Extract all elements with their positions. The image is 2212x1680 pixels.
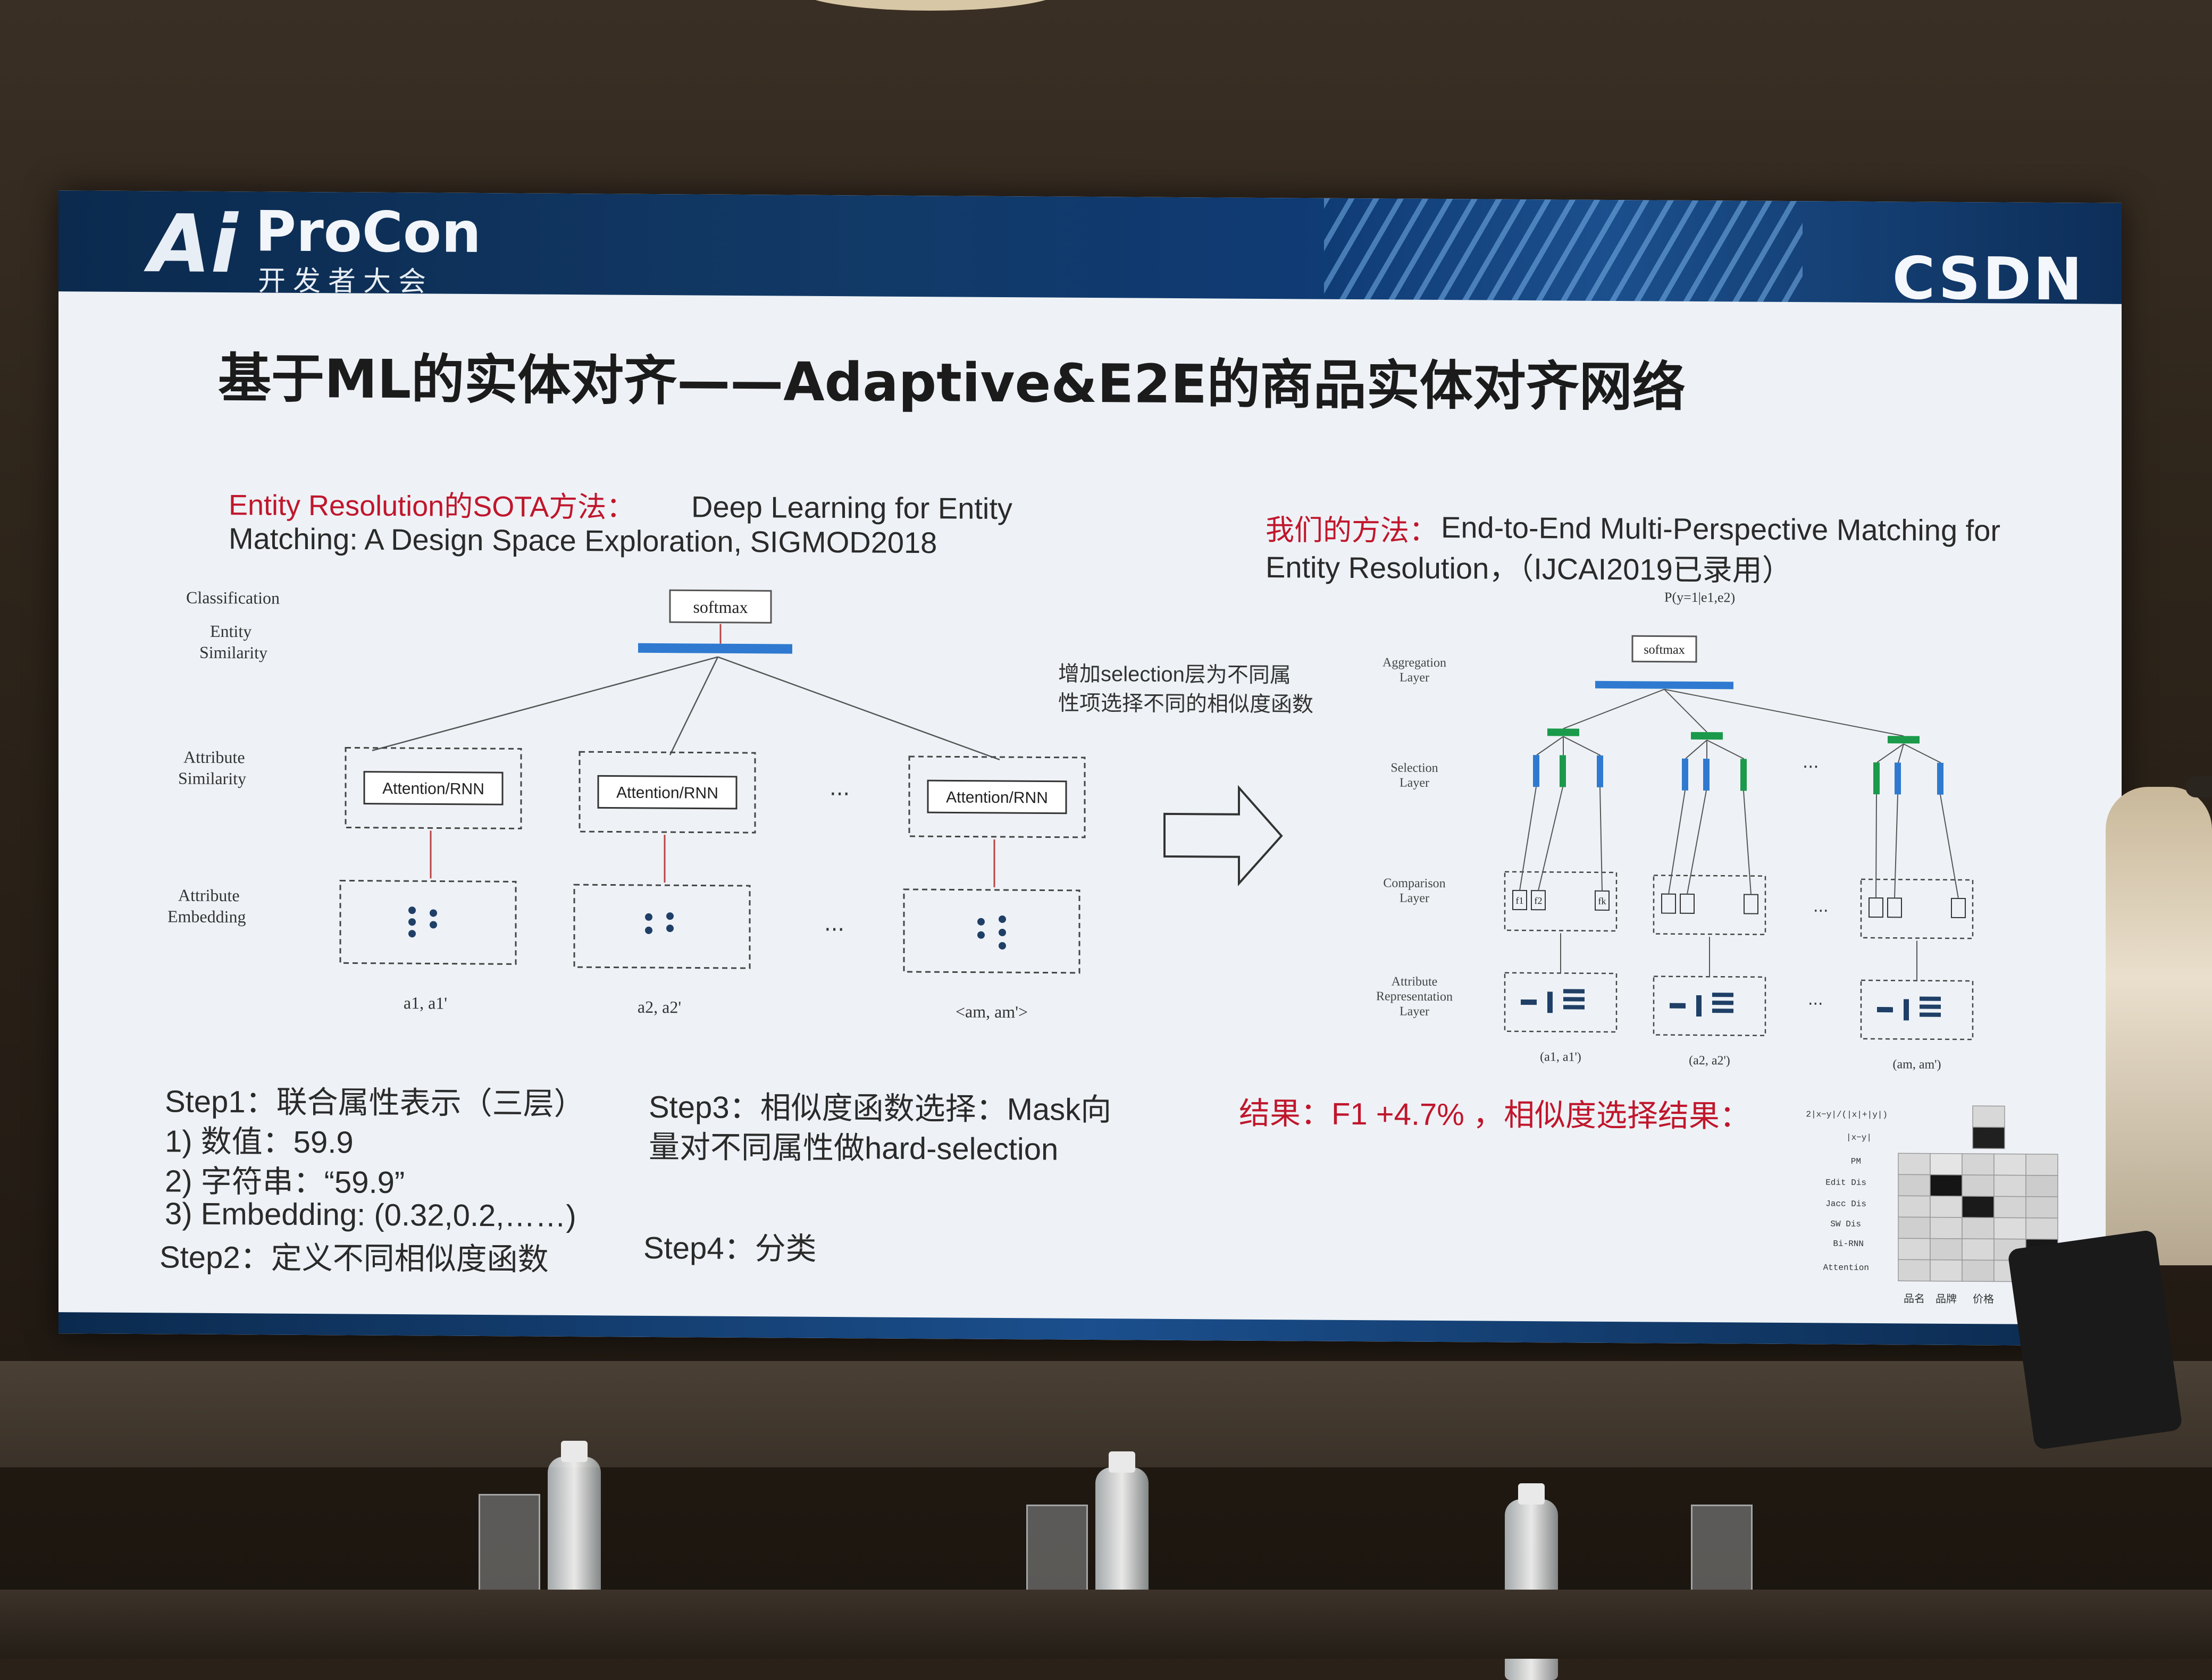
right-ellipsis-2: ··· (1813, 902, 1829, 920)
step4-heading: Step4：分类 (643, 1230, 817, 1266)
middle-note-line1: 增加selection层为不同属 (1058, 662, 1291, 687)
middle-note-line2: 性项选择不同的相似度函数 (1058, 691, 1313, 717)
right-softmax-label: softmax (1644, 643, 1685, 657)
heatmap-row-8: Attention (1823, 1263, 1869, 1273)
left-input-2: a2, a2' (638, 997, 681, 1017)
left-attention-label-3: Attention/RNN (946, 788, 1048, 807)
presenter (2106, 787, 2212, 1265)
heatmap-col-3: 价格 (1973, 1292, 1994, 1305)
left-label-similarity-1: Similarity (199, 643, 267, 662)
right-comparison-box-3 (1860, 878, 1974, 939)
left-attention-label-1: Attention/RNN (382, 780, 484, 798)
right-input-1: (a1, a1') (1540, 1050, 1581, 1064)
left-aggregation-bar (638, 643, 792, 654)
right-label-comparison: Comparison (1383, 876, 1445, 891)
left-label-attribute-1: Attribute (183, 747, 245, 767)
left-label-embedding: Embedding (167, 906, 246, 926)
right-selection-group-3 (1873, 736, 1943, 795)
right-label-selection: Selection (1390, 761, 1438, 775)
left-embedding-box-3 (903, 888, 1080, 974)
heatmap-row-2: |x−y| (1846, 1133, 1872, 1143)
right-ellipsis-1: ··· (1803, 757, 1819, 777)
right-ellipsis-3: ··· (1808, 995, 1823, 1013)
right-selection-group-2 (1682, 732, 1747, 791)
left-connector-1 (372, 656, 718, 751)
heatmap-col-2: 品牌 (1936, 1292, 1957, 1305)
left-input-3: <am, am'> (956, 1002, 1028, 1021)
left-softmax-label: softmax (693, 597, 748, 617)
right-connector-1 (1563, 688, 1665, 729)
right-input-3: (am, am') (1893, 1057, 1941, 1072)
audience-phone (2007, 1229, 2183, 1450)
water-bottle-cap-3 (1518, 1483, 1545, 1505)
heatmap-row-4: Edit Dis (1825, 1178, 1866, 1187)
right-label-layer-1: Layer (1400, 671, 1429, 685)
right-f1-label: f1 (1516, 895, 1524, 906)
left-embedding-box-1 (339, 879, 517, 965)
water-bottle-cap-2 (1109, 1451, 1135, 1473)
step1-item-1: 1) 数值：59.9 (165, 1124, 354, 1160)
presenter-head (2185, 776, 2212, 797)
left-label-entity: Entity (210, 621, 252, 641)
left-label-classification: Classification (186, 588, 280, 608)
step1-item-3: 3) Embedding: (0.32,0.2,……) (165, 1196, 576, 1234)
right-f2-label: f2 (1535, 895, 1543, 906)
left-ellipsis-2: ··· (824, 918, 844, 942)
right-selection-group-1 (1533, 728, 1603, 787)
heatmap-row-5: Jacc Dis (1825, 1199, 1866, 1208)
right-top-probability: P(y=1|e1,e2) (1664, 590, 1735, 606)
right-label-representation: Representation (1376, 989, 1453, 1004)
right-label-layer-4: Layer (1400, 1005, 1429, 1019)
right-connector-3 (1664, 688, 1904, 737)
heatmap-row-7: Bi-RNN (1833, 1239, 1864, 1249)
left-ellipsis-1: ··· (830, 782, 850, 807)
stage-edge (0, 1361, 2212, 1467)
heatmap-row-6: SW Dis (1830, 1220, 1861, 1229)
right-label-aggregation: Aggregation (1382, 656, 1446, 670)
right-label-layer-2: Layer (1400, 776, 1429, 790)
right-input-2: (a2, a2') (1689, 1054, 1730, 1068)
transition-arrow-icon (1163, 785, 1283, 886)
left-input-1: a1, a1' (404, 993, 447, 1013)
right-label-layer-3: Layer (1400, 892, 1429, 905)
heatmap-row-1: 2|x−y|/(|x|+|y|) (1806, 1110, 1888, 1120)
left-attention-label-2: Attention/RNN (616, 784, 718, 802)
right-fk-label: fk (1598, 896, 1606, 906)
left-connector-3 (717, 656, 1000, 761)
step1-item-2: 2) 字符串：“59.9” (165, 1164, 405, 1200)
front-table (0, 1590, 2212, 1659)
left-label-similarity-2: Similarity (178, 769, 246, 788)
right-connector-2 (1664, 688, 1707, 733)
right-label-attribute: Attribute (1392, 975, 1438, 989)
result-text: 结果：F1 +4.7% ，相似度选择结果： (1239, 1096, 1750, 1134)
heatmap-col-1: 品名 (1904, 1292, 1925, 1305)
step3-line2: 量对不同属性做hard-selection (649, 1129, 1059, 1167)
left-connector-2 (669, 657, 719, 755)
left-embedding-box-2 (573, 884, 751, 969)
left-label-attribute-2: Attribute (178, 886, 240, 905)
right-aggregation-bar (1595, 681, 1733, 690)
water-bottle-cap-1 (561, 1441, 588, 1462)
projected-slide: Ai ProCon 开发者大会 CSDN 基于ML的实体对齐——Adaptive… (58, 190, 2122, 1346)
heatmap-row-3: PM (1851, 1157, 1861, 1166)
step2-heading: Step2：定义不同相似度函数 (160, 1240, 549, 1277)
